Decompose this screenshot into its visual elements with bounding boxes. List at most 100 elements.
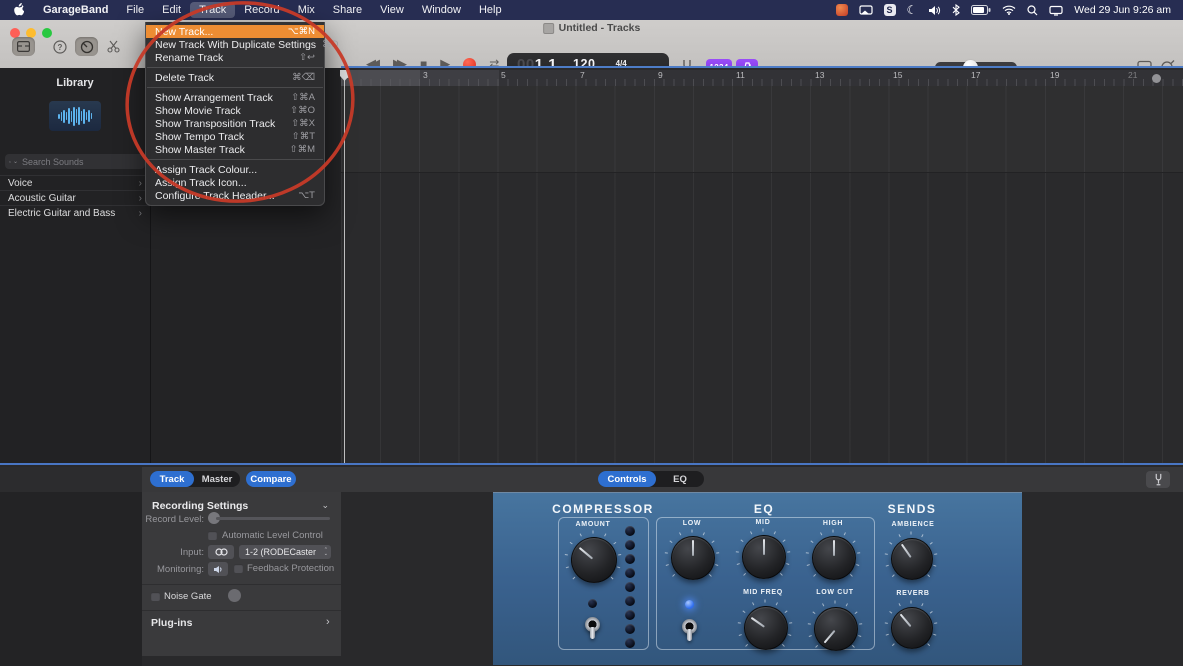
track-lanes[interactable]	[341, 86, 1183, 463]
recording-settings-title[interactable]: Recording Settings	[152, 500, 248, 512]
menu-item-label: New Track...	[155, 25, 214, 38]
menu-divider	[147, 67, 323, 68]
menu-item-show-transposition-track[interactable]: Show Transposition Track ⇧⌘X	[146, 117, 324, 130]
menubar-item-file[interactable]: File	[117, 2, 153, 18]
menu-item-show-movie-track[interactable]: Show Movie Track ⇧⌘O	[146, 104, 324, 117]
eq-high-knob[interactable]	[812, 536, 856, 580]
menubar-item-help[interactable]: Help	[470, 2, 511, 18]
library-item-acoustic-guitar[interactable]: Acoustic Guitar ›	[0, 190, 150, 205]
zoom-window-button[interactable]	[42, 28, 52, 38]
timeline-ruler[interactable]: 1 3 5 7 9 11 13 15 17 19 21	[341, 70, 1183, 86]
menu-bar-status: S ☾ Wed 29 Jun 9:26 am	[835, 3, 1183, 17]
plugins-chevron-icon[interactable]: ›	[326, 616, 330, 628]
shield-app-icon[interactable]: S	[883, 4, 896, 16]
menu-item-show-master-track[interactable]: Show Master Track ⇧⌘M	[146, 143, 324, 156]
menubar-item-mix[interactable]: Mix	[289, 2, 324, 18]
ruler-bar-number: 5	[501, 70, 506, 80]
master-tuning-button[interactable]	[1146, 471, 1170, 488]
eq-low-knob[interactable]	[671, 536, 715, 580]
bluetooth-icon[interactable]	[952, 4, 961, 16]
low-cut-knob[interactable]	[814, 607, 858, 651]
spotlight-search-icon[interactable]	[1027, 4, 1038, 16]
menubar-item-track[interactable]: Track	[190, 2, 236, 18]
battery-icon[interactable]	[971, 5, 991, 15]
chevron-right-icon: ›	[138, 177, 142, 189]
quick-help-button[interactable]: ?	[50, 37, 70, 56]
search-sounds-field[interactable]: ⌄	[5, 154, 145, 169]
editors-button[interactable]	[103, 37, 123, 56]
project-end-marker[interactable]	[1152, 74, 1161, 83]
library-toggle-button[interactable]	[12, 37, 35, 56]
menu-item-configure-track-header[interactable]: Configure Track Header... ⌥T	[146, 189, 324, 202]
library-item-electric-guitar-bass[interactable]: Electric Guitar and Bass ›	[0, 205, 150, 220]
tab-master[interactable]: Master	[194, 471, 240, 487]
feedback-protection-checkbox[interactable]	[234, 564, 243, 573]
focus-moon-icon[interactable]: ☾	[907, 3, 918, 17]
menu-item-new-track[interactable]: New Track... ⌥⌘N	[146, 25, 324, 38]
ruler-bar-number: 9	[658, 70, 663, 80]
compare-button[interactable]: Compare	[246, 471, 296, 487]
menu-item-assign-track-colour[interactable]: Assign Track Colour...	[146, 163, 324, 176]
mid-freq-knob[interactable]	[744, 606, 788, 650]
status-app-icon[interactable]	[835, 4, 848, 16]
menubar-clock[interactable]: Wed 29 Jun 9:26 am	[1074, 4, 1171, 16]
menu-item-new-track-duplicate[interactable]: New Track With Duplicate Settings ⌘D	[146, 38, 338, 51]
bottom-left-column: Revert Save...	[0, 492, 142, 666]
ambience-knob[interactable]	[891, 538, 933, 580]
menubar-item-share[interactable]: Share	[324, 2, 371, 18]
gain-reduction-led	[625, 568, 635, 578]
eq-low-label: LOW	[682, 520, 702, 527]
panel-header-left	[0, 467, 142, 492]
search-scope-chevron-icon[interactable]: ⌄	[13, 158, 18, 165]
input-format-button[interactable]	[208, 545, 234, 559]
menubar-item-edit[interactable]: Edit	[153, 2, 190, 18]
gain-reduction-led	[625, 540, 635, 550]
smart-controls-button[interactable]	[75, 37, 98, 56]
compressor-amount-knob[interactable]	[571, 537, 617, 583]
input-source-dropdown[interactable]: 1-2 (RODECaster ⌃ ⌄	[239, 545, 331, 559]
tab-track[interactable]: Track	[150, 471, 194, 487]
apple-menu[interactable]	[10, 2, 34, 19]
ruler-bar-number: 11	[736, 70, 745, 80]
menubar-item-window[interactable]: Window	[413, 2, 470, 18]
reverb-knob[interactable]	[891, 607, 933, 649]
volume-icon[interactable]	[928, 5, 941, 16]
menu-item-delete-track[interactable]: Delete Track ⌘⌫	[146, 71, 324, 84]
playhead[interactable]	[340, 70, 349, 463]
menu-item-rename-track[interactable]: Rename Track ⇧↩	[146, 51, 324, 64]
panel-header: Track Master Compare Controls EQ	[142, 467, 1183, 492]
ruler-bar-number: 17	[971, 70, 981, 80]
noise-gate-checkbox[interactable]	[151, 592, 160, 601]
search-sounds-input[interactable]	[20, 155, 141, 168]
noise-gate-knob[interactable]	[228, 589, 241, 602]
track-lane-1[interactable]	[341, 86, 1183, 173]
menu-divider	[147, 159, 323, 160]
library-item-voice[interactable]: Voice ›	[0, 175, 150, 190]
screen-mirroring-icon[interactable]	[858, 4, 873, 16]
record-level-slider[interactable]	[216, 517, 330, 520]
ruler-bar-number: 13	[815, 70, 825, 80]
wifi-icon[interactable]	[1002, 5, 1016, 15]
monitoring-button[interactable]	[208, 562, 228, 576]
menubar-item-garageband[interactable]: GarageBand	[34, 2, 117, 18]
menu-bar: GarageBand File Edit Track Record Mix Sh…	[0, 0, 1183, 20]
display-icon[interactable]	[1049, 5, 1063, 16]
plugins-label[interactable]: Plug-ins	[151, 617, 192, 629]
tab-controls[interactable]: Controls	[598, 471, 656, 487]
menu-item-shortcut: ⇧⌘T	[291, 131, 315, 142]
eq-mid-knob[interactable]	[742, 535, 786, 579]
menu-item-assign-track-icon[interactable]: Assign Track Icon...	[146, 176, 324, 189]
menu-item-show-tempo-track[interactable]: Show Tempo Track ⇧⌘T	[146, 130, 324, 143]
divider	[142, 584, 341, 585]
tab-eq[interactable]: EQ	[656, 471, 704, 487]
ruler-bar-number: 21	[1128, 70, 1138, 80]
menubar-item-view[interactable]: View	[371, 2, 413, 18]
menu-divider	[147, 87, 323, 88]
knob-icon	[80, 40, 93, 53]
document-proxy-icon	[542, 22, 554, 34]
menubar-item-record[interactable]: Record	[235, 2, 288, 18]
menu-item-show-arrangement-track[interactable]: Show Arrangement Track ⇧⌘A	[146, 91, 324, 104]
chevron-down-icon[interactable]: ⌄	[321, 500, 329, 511]
menu-item-label: Configure Track Header...	[155, 189, 275, 202]
auto-level-checkbox[interactable]	[208, 531, 217, 540]
